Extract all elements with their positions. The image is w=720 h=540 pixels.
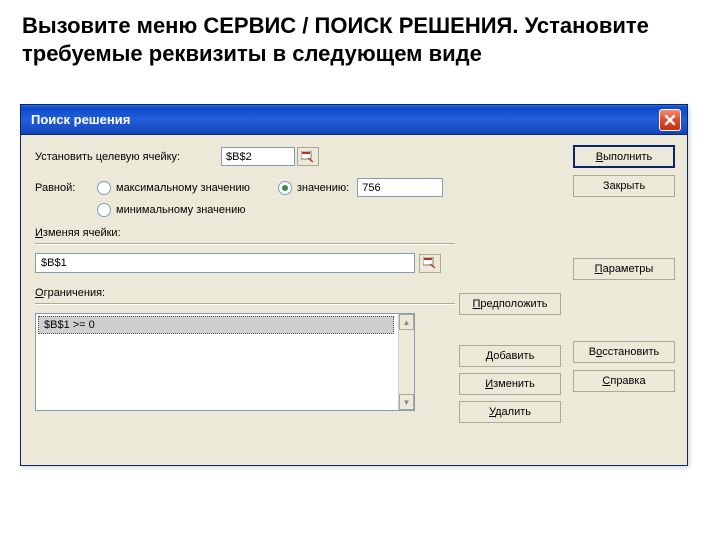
radio-min-icon [97, 203, 111, 217]
target-cell-input[interactable] [221, 147, 295, 166]
constraint-item[interactable]: $B$1 >= 0 [38, 316, 394, 334]
changing-ref-icon[interactable] [419, 254, 441, 273]
radio-min-label: минимальному значению [116, 204, 246, 216]
guess-button[interactable]: Предположить [459, 293, 561, 315]
scroll-up-icon[interactable]: ▲ [399, 314, 414, 330]
constraints-listbox[interactable]: $B$1 >= 0 ▲ ▼ [35, 313, 415, 411]
value-input[interactable] [357, 178, 443, 197]
scrollbar[interactable]: ▲ ▼ [398, 314, 414, 410]
radio-max-label: максимальному значению [116, 182, 250, 194]
solver-dialog: Поиск решения Установить целевую ячейку:… [20, 104, 688, 466]
change-button[interactable]: Изменить [459, 373, 561, 395]
add-button[interactable]: Добавить [459, 345, 561, 367]
slide-heading: Вызовите меню СЕРВИС / ПОИСК РЕШЕНИЯ. Ус… [0, 0, 720, 77]
radio-value-label: значению: [297, 182, 349, 194]
execute-button[interactable]: Выполнить [573, 145, 675, 168]
equal-label: Равной: [35, 182, 97, 194]
divider-constraints [35, 303, 455, 305]
constraints-label: Ограничения: [35, 287, 455, 299]
radio-value[interactable]: значению: [278, 181, 349, 195]
window-title: Поиск решения [31, 112, 659, 127]
options-button[interactable]: Параметры [573, 258, 675, 280]
radio-max-icon [97, 181, 111, 195]
radio-value-icon [278, 181, 292, 195]
radio-min[interactable]: минимальному значению [97, 203, 246, 217]
target-cell-label: Установить целевую ячейку: [35, 151, 221, 163]
close-button[interactable]: Закрыть [573, 175, 675, 197]
delete-button[interactable]: Удалить [459, 401, 561, 423]
help-button[interactable]: Справка [573, 370, 675, 392]
reset-button[interactable]: Восстановить [573, 341, 675, 363]
changing-cells-label: Изменяя ячейки: [35, 227, 455, 239]
scroll-down-icon[interactable]: ▼ [399, 394, 414, 410]
divider-changing [35, 243, 455, 245]
target-ref-icon[interactable] [297, 147, 319, 166]
titlebar[interactable]: Поиск решения [21, 105, 687, 135]
close-icon[interactable] [659, 109, 681, 131]
radio-max[interactable]: максимальному значению [97, 181, 250, 195]
changing-cells-input[interactable] [35, 253, 415, 273]
